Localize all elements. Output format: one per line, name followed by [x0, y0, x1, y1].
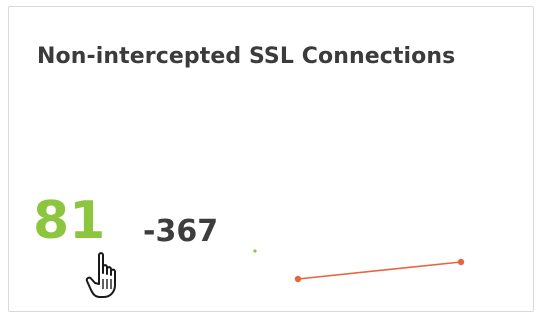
hand-pointer-icon [85, 252, 116, 298]
sparkline-start-marker [253, 249, 257, 253]
sparkline-point-end [457, 258, 465, 266]
sparkline-trend-line [297, 261, 462, 280]
sparkline-point-start [294, 275, 302, 283]
ssl-connections-card[interactable]: Non-intercepted SSL Connections 81 -367 [8, 6, 534, 312]
